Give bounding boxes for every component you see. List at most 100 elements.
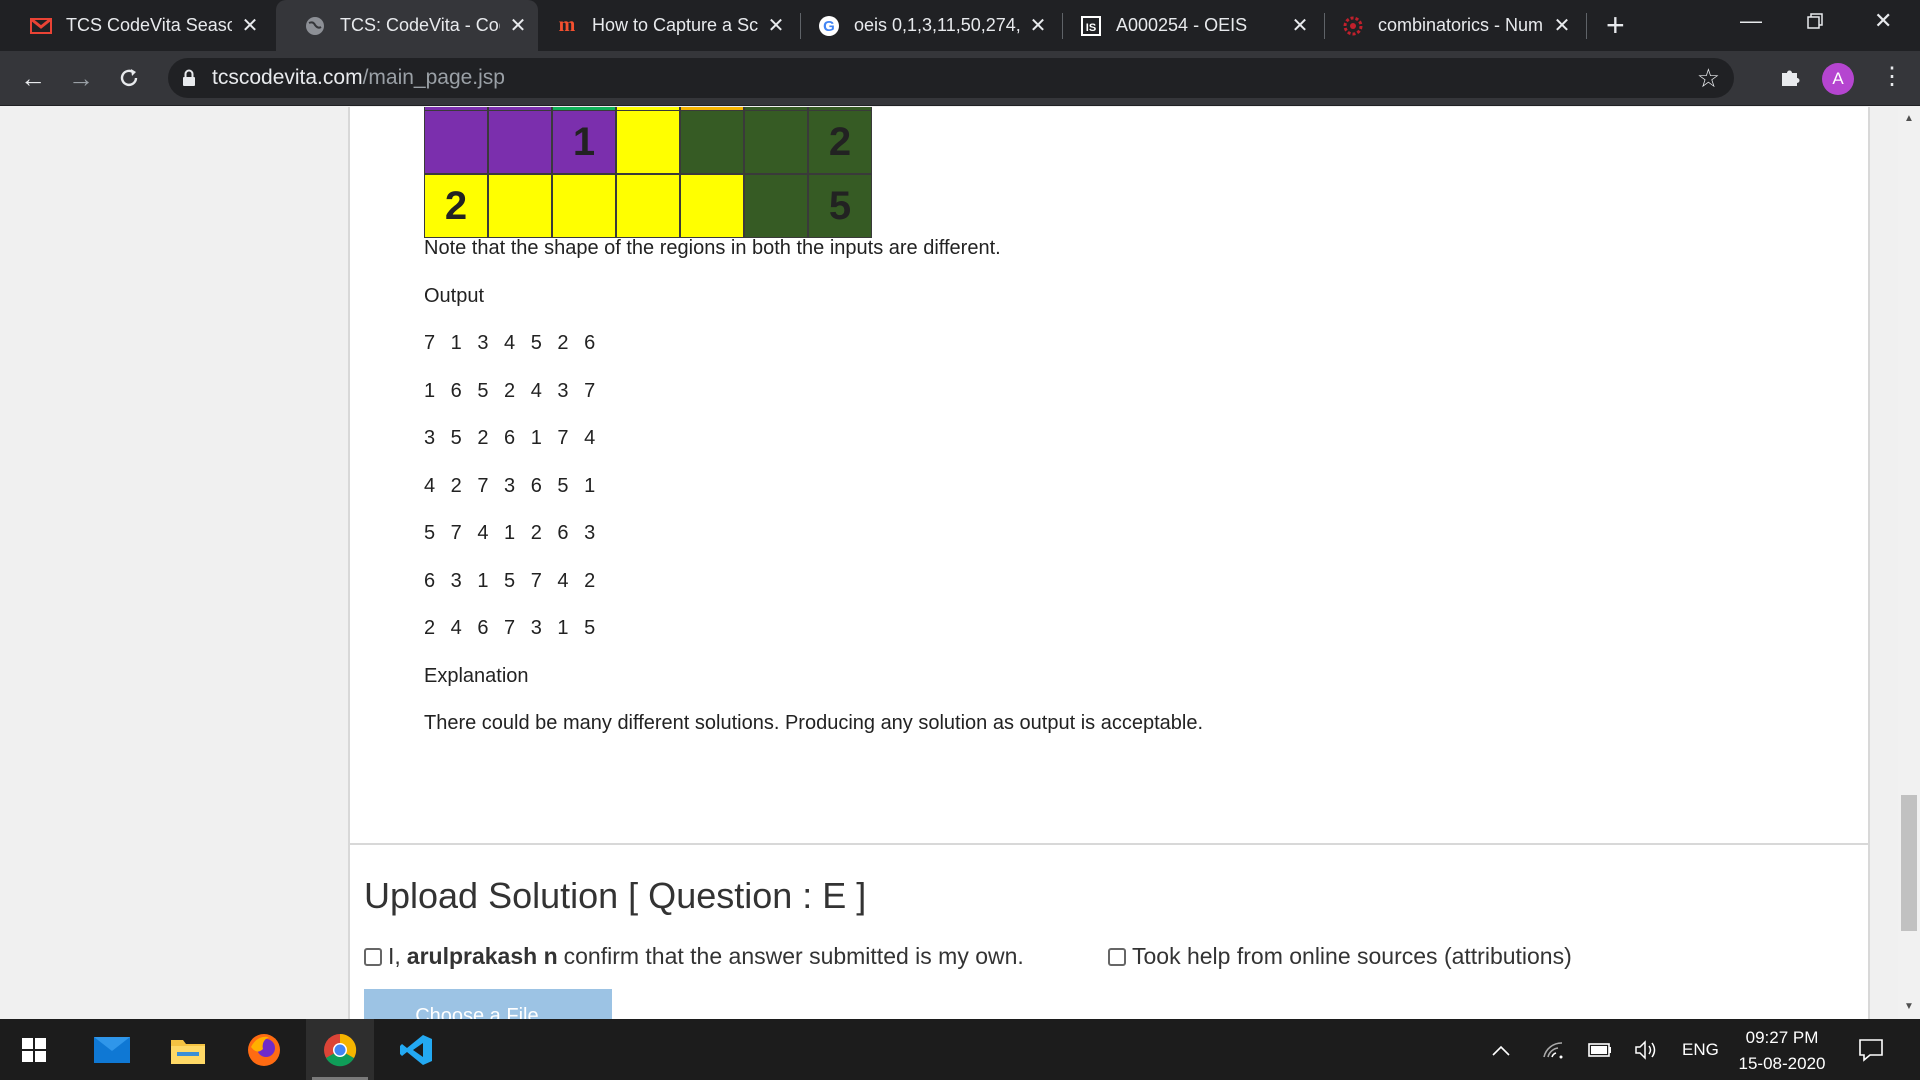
own-work-checkbox-row[interactable]: I, arulprakash n confirm that the answer… — [364, 943, 1024, 970]
firefox-icon[interactable] — [230, 1019, 298, 1080]
url-text: tcscodevita.com/main_page.jsp — [212, 66, 505, 90]
reload-button[interactable] — [112, 61, 146, 95]
confirm-suffix: confirm that the answer submitted is my … — [563, 943, 1024, 969]
upload-card: Upload Solution [ Question : E ] I, arul… — [348, 843, 1870, 1019]
grid-cell: 1 — [552, 110, 616, 174]
online-help-checkbox[interactable] — [1108, 947, 1126, 966]
profile-avatar[interactable]: A — [1822, 63, 1854, 95]
oeis-icon: IS — [1080, 15, 1102, 37]
output-line: 2 4 6 7 3 1 5 — [424, 617, 601, 639]
online-help-label: Took help from online sources (attributi… — [1132, 943, 1572, 969]
grid-cell — [488, 174, 552, 238]
confirm-prefix: I, — [388, 943, 401, 969]
grid-cell — [552, 174, 616, 238]
windows-start-icon[interactable] — [0, 1019, 68, 1080]
grid-cell: 2 — [424, 174, 488, 238]
page-viewport: 1225 Note that the shape of the regions … — [0, 107, 1898, 1019]
tab-separator — [1586, 13, 1587, 39]
gmail-icon — [30, 15, 52, 37]
output-heading: Output — [424, 285, 485, 307]
volume-icon[interactable] — [1634, 1019, 1658, 1080]
grid-cell — [616, 110, 680, 174]
close-tab-icon[interactable]: ✕ — [1290, 13, 1310, 38]
stackexchange-icon — [1342, 15, 1364, 37]
tab-title: TCS CodeVita Season — [66, 15, 232, 35]
grid-cell — [424, 110, 488, 174]
output-line: 4 2 7 3 6 5 1 — [424, 475, 601, 497]
svg-text:G: G — [823, 18, 835, 35]
grid-cell — [488, 110, 552, 174]
own-work-checkbox[interactable] — [364, 947, 382, 966]
tab-title: combinatorics - Num — [1378, 15, 1544, 35]
user-name: arulprakash n — [406, 943, 558, 969]
bookmark-star-icon[interactable]: ☆ — [1697, 63, 1720, 94]
choose-file-button[interactable]: Choose a File ... — [364, 989, 612, 1019]
reload-icon — [120, 69, 138, 87]
output-line: 1 6 5 2 4 3 7 — [424, 380, 601, 402]
close-window-button[interactable]: ✕ — [1874, 8, 1892, 34]
clock-date: 15-08-2020 — [1738, 1054, 1826, 1073]
close-tab-icon[interactable]: ✕ — [766, 13, 786, 38]
problem-card: 1225 Note that the shape of the regions … — [348, 107, 1870, 939]
output-line: 5 7 4 1 2 6 3 — [424, 522, 601, 544]
new-tab-button[interactable]: + — [1606, 8, 1625, 42]
browser-toolbar: ← → tcscodevita.com/main_page.jsp ☆ A ⋮ — [0, 51, 1920, 106]
grid-cell — [744, 110, 808, 174]
scroll-down-arrow-icon[interactable]: ▼ — [1904, 1001, 1914, 1012]
output-line: 3 5 2 6 1 7 4 — [424, 427, 601, 449]
address-bar[interactable]: tcscodevita.com/main_page.jsp ☆ — [168, 58, 1734, 98]
close-tab-icon[interactable]: ✕ — [1552, 13, 1572, 38]
explanation-heading: Explanation — [424, 665, 529, 687]
scroll-up-arrow-icon[interactable]: ▲ — [1904, 113, 1914, 124]
browser-menu-icon[interactable]: ⋮ — [1880, 65, 1904, 89]
extensions-puzzle-icon[interactable] — [1778, 65, 1802, 94]
close-tab-icon[interactable]: ✕ — [240, 13, 260, 38]
windows-taskbar: ENG 09:27 PM 15-08-2020 — [0, 1019, 1920, 1080]
forward-button[interactable]: → — [64, 61, 98, 95]
tab-title: How to Capture a Scr — [592, 15, 758, 35]
show-hidden-icons[interactable] — [1492, 1019, 1510, 1080]
wifi-icon[interactable] — [1542, 1019, 1564, 1080]
explanation-text: There could be many different solutions.… — [424, 712, 1203, 734]
grid-cell — [616, 174, 680, 238]
tab-title: TCS: CodeVita - Codi — [340, 15, 500, 35]
tab-oeis[interactable]: IS A000254 - OEIS ✕ — [1052, 0, 1320, 51]
scrollbar-thumb[interactable] — [1901, 795, 1917, 931]
clock-time: 09:27 PM — [1745, 1028, 1819, 1047]
page-scrollbar[interactable]: ▲ ▼ — [1898, 107, 1920, 1019]
mail-icon[interactable] — [78, 1019, 146, 1080]
tab-gmail[interactable]: TCS CodeVita Season ✕ — [2, 0, 270, 51]
grid-cell — [680, 110, 744, 174]
lock-icon — [182, 69, 196, 92]
back-button[interactable]: ← — [16, 61, 50, 95]
url-host: tcscodevita.com — [212, 66, 363, 89]
tab-strip: TCS CodeVita Season ✕ TCS: CodeVita - Co… — [0, 0, 1920, 51]
minimize-button[interactable]: — — [1740, 8, 1762, 34]
online-help-checkbox-row[interactable]: Took help from online sources (attributi… — [1108, 943, 1572, 970]
restore-icon[interactable] — [1806, 10, 1824, 36]
grid-cell — [680, 174, 744, 238]
tab-codevita-active[interactable]: TCS: CodeVita - Codi ✕ — [276, 0, 538, 51]
battery-icon[interactable] — [1588, 1019, 1612, 1080]
vscode-icon[interactable] — [382, 1019, 450, 1080]
tab-capture[interactable]: m How to Capture a Scr ✕ — [528, 0, 796, 51]
action-center-icon[interactable] — [1858, 1019, 1884, 1080]
file-explorer-icon[interactable] — [154, 1019, 222, 1080]
close-tab-icon[interactable]: ✕ — [508, 13, 528, 38]
output-line: 6 3 1 5 7 4 2 — [424, 570, 601, 592]
output-line: 7 1 3 4 5 2 6 — [424, 332, 601, 354]
close-tab-icon[interactable]: ✕ — [1028, 13, 1048, 38]
grid-cell: 2 — [808, 110, 872, 174]
grid-cell — [744, 174, 808, 238]
tab-combinatorics[interactable]: combinatorics - Num ✕ — [1314, 0, 1582, 51]
upload-title: Upload Solution [ Question : E ] — [364, 875, 867, 916]
chrome-icon[interactable] — [306, 1019, 374, 1080]
google-icon: G — [818, 15, 840, 37]
note-text: Note that the shape of the regions in bo… — [424, 237, 1001, 259]
m-icon: m — [558, 14, 576, 36]
globe-icon — [304, 15, 326, 37]
tab-oeis-search[interactable]: G oeis 0,1,3,11,50,274,1 ✕ — [790, 0, 1058, 51]
tab-title: A000254 - OEIS — [1116, 15, 1248, 35]
taskbar-clock[interactable]: 09:27 PM 15-08-2020 — [1722, 1025, 1842, 1077]
input-language[interactable]: ENG — [1682, 1019, 1719, 1080]
